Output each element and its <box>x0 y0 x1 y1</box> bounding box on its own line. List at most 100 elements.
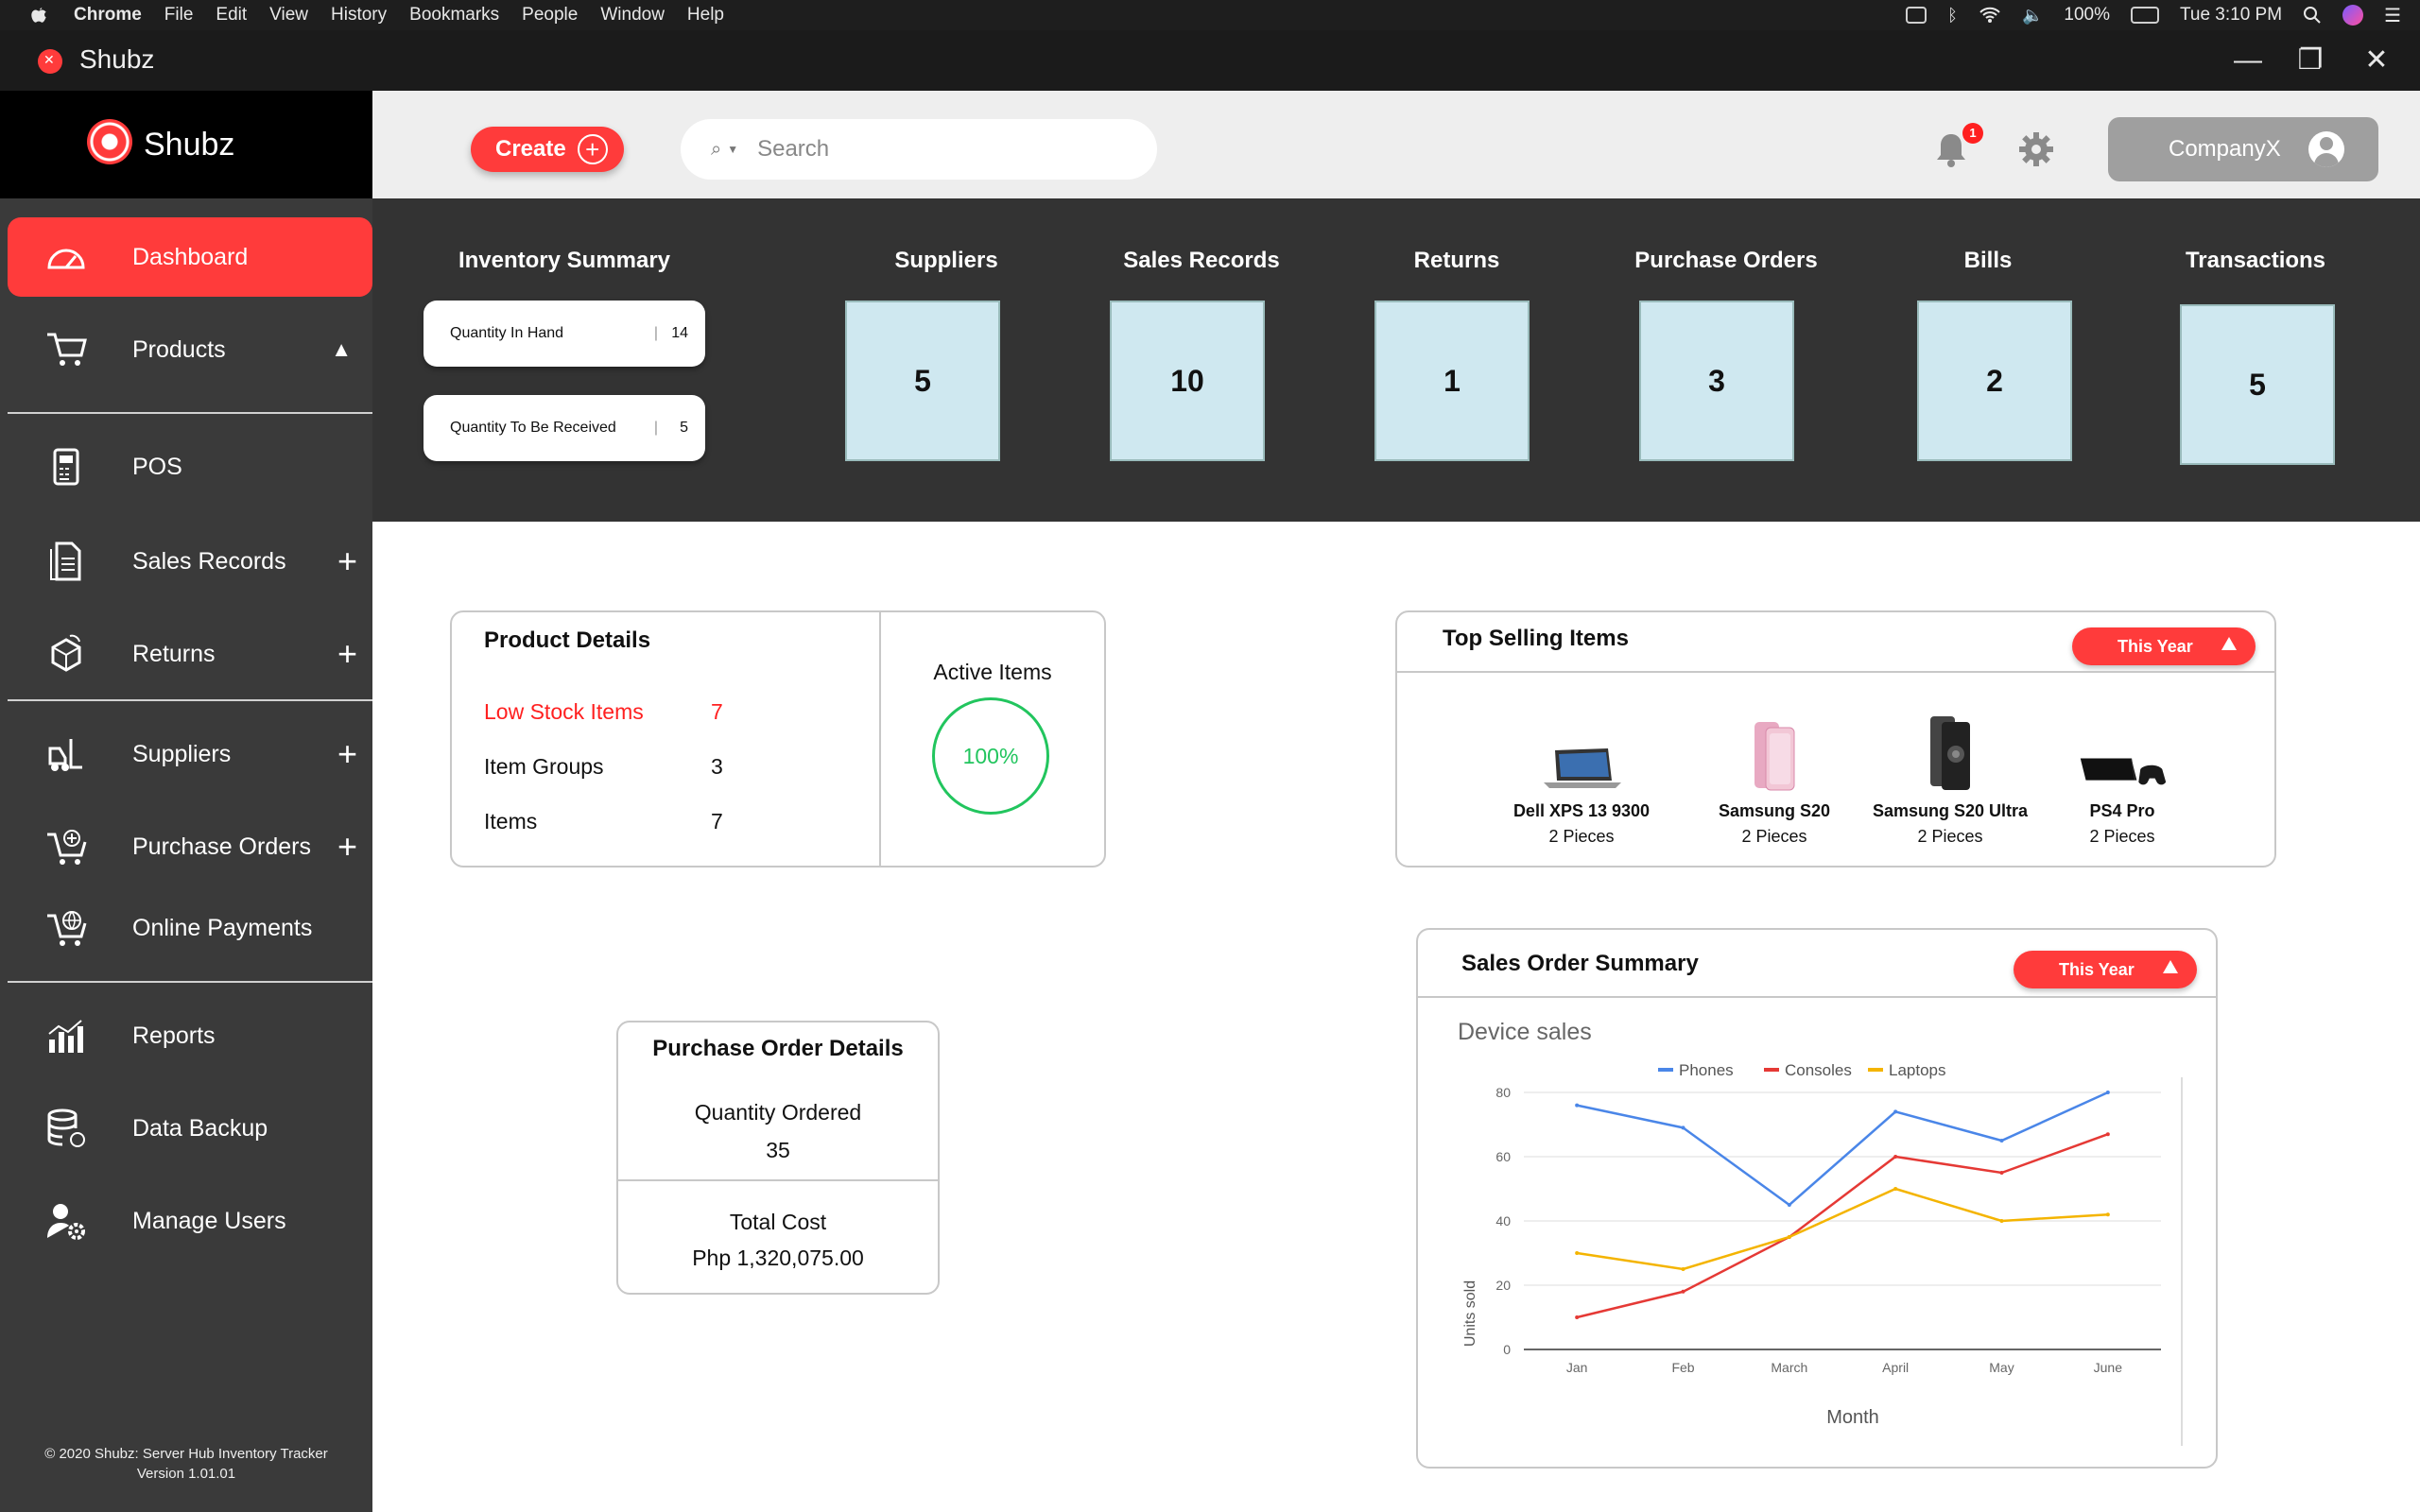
purchase-orders-count-box[interactable]: 3 <box>1639 301 1794 461</box>
search-input[interactable] <box>757 136 1117 163</box>
chart-legend: Phones Consoles Laptops <box>1658 1061 1946 1079</box>
bills-count-box[interactable]: 2 <box>1917 301 2072 461</box>
transactions-count-box[interactable]: 5 <box>2180 304 2335 465</box>
data-point[interactable] <box>1893 1109 1898 1114</box>
search-bar[interactable]: ⌕ ▼ <box>681 119 1157 180</box>
sidebar-item-data-backup[interactable]: Data Backup <box>8 1089 372 1168</box>
collapse-arrow-icon[interactable]: ▲ <box>331 337 352 362</box>
sidebar-item-manage-users[interactable]: Manage Users <box>8 1181 372 1261</box>
sidebar-item-products[interactable]: Products ▲ <box>8 310 372 389</box>
card-divider <box>879 612 881 866</box>
data-point[interactable] <box>1681 1125 1685 1130</box>
apple-icon[interactable] <box>28 5 49 26</box>
sidebar: Shubz Dashboard Products ▲ POS Sales Rec… <box>0 91 372 1512</box>
create-button[interactable]: Create + <box>471 127 624 172</box>
create-button-label: Create <box>495 136 566 162</box>
data-point[interactable] <box>1681 1267 1685 1271</box>
data-point[interactable] <box>2105 1091 2110 1094</box>
menu-view[interactable]: View <box>269 5 308 26</box>
data-point[interactable] <box>1787 1235 1791 1239</box>
game-console-icon <box>2075 716 2169 792</box>
menu-bookmarks[interactable]: Bookmarks <box>409 5 499 26</box>
minimize-button[interactable]: — <box>2229 42 2267 79</box>
wifi-icon[interactable] <box>1979 7 2001 24</box>
sidebar-brand[interactable]: Shubz <box>0 91 372 198</box>
sidebar-item-label: POS <box>132 453 182 480</box>
sidebar-item-reports[interactable]: Reports <box>8 996 372 1075</box>
user-gear-icon <box>45 1200 87 1242</box>
top-item-name: Samsung S20 <box>1718 801 1831 820</box>
quantity-ordered-value: 35 <box>766 1138 790 1162</box>
data-point[interactable] <box>1893 1187 1898 1191</box>
top-item-card[interactable]: PS4 Pro 2 Pieces <box>2032 716 2212 847</box>
sales-records-count-box[interactable]: 10 <box>1110 301 1265 461</box>
sidebar-item-purchase-orders[interactable]: Purchase Orders + <box>8 807 372 886</box>
top-selling-period-dropdown[interactable]: This Year <box>2072 627 2256 665</box>
menu-app-chrome[interactable]: Chrome <box>74 5 142 26</box>
phone-icon <box>1727 716 1822 792</box>
brand-logo-icon <box>87 119 132 164</box>
expand-plus-icon[interactable]: + <box>337 541 357 581</box>
data-point[interactable] <box>1999 1171 2004 1175</box>
data-point[interactable] <box>1999 1219 2004 1223</box>
data-point[interactable] <box>1893 1155 1898 1159</box>
data-point[interactable] <box>1681 1289 1685 1294</box>
battery-icon[interactable] <box>2130 7 2159 24</box>
sidebar-item-sales-records[interactable]: Sales Records + <box>8 522 372 601</box>
suppliers-count-box[interactable]: 5 <box>845 301 1000 461</box>
data-point[interactable] <box>1575 1103 1580 1108</box>
sidebar-item-dashboard[interactable]: Dashboard <box>8 217 372 297</box>
volume-icon[interactable]: 🔈 <box>2022 6 2043 26</box>
top-item-card[interactable]: Dell XPS 13 9300 2 Pieces <box>1492 716 1671 847</box>
spotlight-search-icon[interactable] <box>2303 6 2322 25</box>
menu-edit[interactable]: Edit <box>216 5 247 26</box>
series-line-laptops[interactable] <box>1576 1187 2108 1271</box>
screen-mirroring-icon[interactable] <box>1906 7 1927 24</box>
bluetooth-icon[interactable]: ᛒ <box>1947 6 1958 26</box>
sales-order-summary-title: Sales Order Summary <box>1461 951 1699 976</box>
returns-count-box[interactable]: 1 <box>1374 301 1530 461</box>
data-point[interactable] <box>1999 1139 2004 1143</box>
y-tick-label: 80 <box>1495 1085 1511 1100</box>
legend-swatch-laptops <box>1868 1068 1883 1072</box>
data-point[interactable] <box>2105 1212 2110 1217</box>
sales-order-period-dropdown[interactable]: This Year <box>2014 951 2197 988</box>
low-stock-label[interactable]: Low Stock Items <box>484 699 644 725</box>
data-point[interactable] <box>1575 1251 1580 1255</box>
series-line-phones[interactable] <box>1576 1091 2109 1207</box>
menu-people[interactable]: People <box>522 5 578 26</box>
top-item-card[interactable]: Samsung S20 2 Pieces <box>1685 716 1864 847</box>
qty-to-receive-pill[interactable]: Quantity To Be Received | 5 <box>424 395 705 461</box>
siri-icon[interactable] <box>2342 5 2364 26</box>
account-button[interactable]: CompanyX <box>2108 117 2378 181</box>
caret-up-icon <box>2221 637 2237 650</box>
data-point[interactable] <box>2105 1132 2110 1137</box>
clock[interactable]: Tue 3:10 PM <box>2180 5 2282 26</box>
menu-file[interactable]: File <box>164 5 194 26</box>
series-line-consoles[interactable] <box>1576 1133 2109 1319</box>
item-groups-label[interactable]: Item Groups <box>484 754 604 780</box>
notification-center-icon[interactable]: ☰ <box>2384 4 2401 27</box>
expand-plus-icon[interactable]: + <box>337 827 357 867</box>
search-icon[interactable]: ⌕ <box>711 139 721 161</box>
expand-plus-icon[interactable]: + <box>337 734 357 774</box>
qty-in-hand-pill[interactable]: Quantity In Hand | 14 <box>424 301 705 367</box>
top-item-card[interactable]: Samsung S20 Ultra 2 Pieces <box>1860 716 2040 847</box>
maximize-button[interactable]: ❐ <box>2291 42 2329 79</box>
items-label[interactable]: Items <box>484 809 537 834</box>
sidebar-item-suppliers[interactable]: Suppliers + <box>8 714 372 794</box>
sidebar-item-pos[interactable]: POS <box>8 427 372 507</box>
search-filter-dropdown-icon[interactable]: ▼ <box>727 143 738 156</box>
purchase-order-details-card: Purchase Order Details Quantity Ordered … <box>616 1021 940 1295</box>
data-point[interactable] <box>1575 1315 1580 1319</box>
sidebar-item-label: Online Payments <box>132 914 313 941</box>
sidebar-item-returns[interactable]: Returns + <box>8 614 372 694</box>
menu-help[interactable]: Help <box>687 5 724 26</box>
settings-gear-icon[interactable] <box>2017 130 2055 168</box>
data-point[interactable] <box>1787 1203 1791 1207</box>
menu-window[interactable]: Window <box>600 5 665 26</box>
menu-history[interactable]: History <box>331 5 387 26</box>
close-button[interactable]: ✕ <box>2358 42 2395 79</box>
expand-plus-icon[interactable]: + <box>337 634 357 674</box>
sidebar-item-online-payments[interactable]: Online Payments <box>8 888 372 968</box>
